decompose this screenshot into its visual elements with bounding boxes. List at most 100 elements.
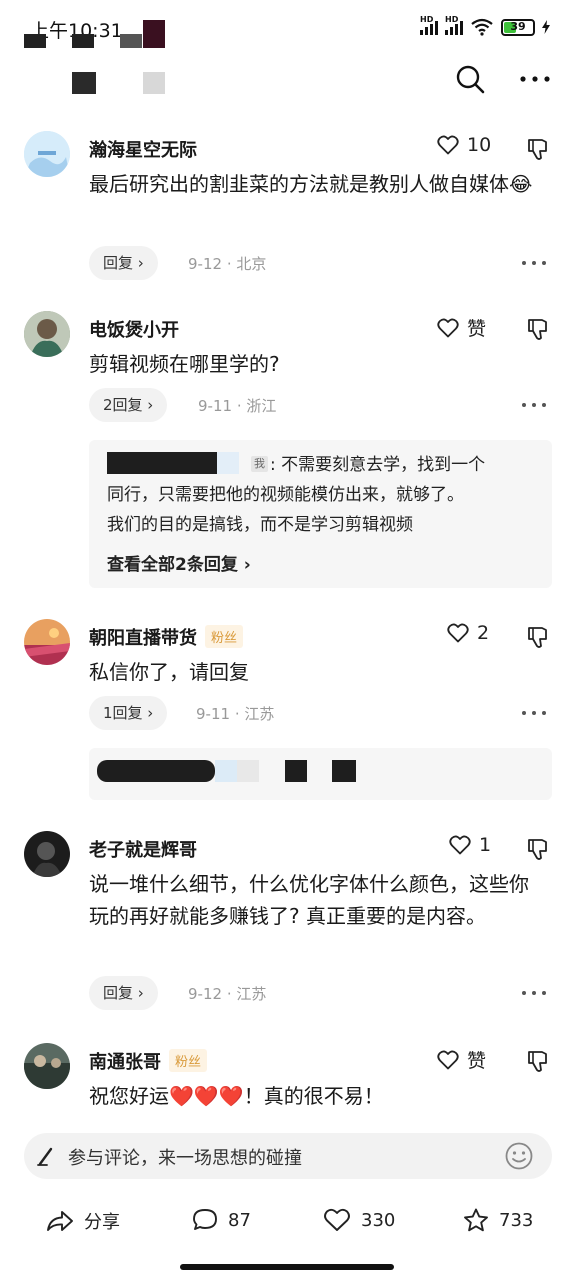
comments-button[interactable]: 87 [192,1208,251,1232]
comment-date: 9-11 [196,705,231,723]
like-count: 赞 [467,318,487,340]
comment-date: 9-12 [188,985,223,1003]
dislike-icon[interactable] [525,316,551,342]
sub-reply-text: : 不需要刻意去学，找到一个 [270,455,486,475]
top-bar [0,56,576,106]
more-icon[interactable] [520,258,548,268]
comment-icon [193,1209,217,1230]
fan-badge: 粉丝 [169,1049,208,1072]
redaction-block [332,760,356,782]
comment-text: 剪辑视频在哪里学的? [89,352,280,376]
heart-icon [449,835,471,855]
reply-button[interactable]: 回复 › [89,976,158,1010]
comment-item: 电饭煲小开 赞 剪辑视频在哪里学的? 2回复 › 9-11 · 浙江 我: 不需… [0,308,576,593]
heart-icon [437,1050,459,1069]
pen-icon [37,1147,53,1166]
redaction-block [24,34,46,48]
comment-meta: 9-11 · 浙江 [198,397,277,415]
like-button[interactable]: 赞 [437,1046,486,1073]
comments-count: 87 [228,1209,251,1231]
dislike-icon[interactable] [525,624,551,650]
sub-reply-line: 我: 不需要刻意去学，找到一个 [249,450,485,480]
like-count: 2 [477,622,490,644]
reply-button[interactable]: 2回复 › [89,388,168,422]
search-icon[interactable] [455,64,485,94]
status-icons: HD HD 39 [420,15,550,36]
comment-text: 祝您好运❤️❤️❤️！真的很不易！ [89,1084,384,1108]
battery-level: 39 [510,19,526,33]
comment-item: 南通张哥 粉丝 赞 祝您好运❤️❤️❤️！真的很不易！ [0,1040,576,1118]
share-button[interactable]: 分享 [46,1208,120,1234]
commenter-name[interactable]: 电饭煲小开 [89,316,179,342]
comment-input[interactable]: 参与评论，来一场思想的碰撞 [24,1133,552,1179]
home-indicator[interactable] [180,1264,394,1270]
like-button[interactable]: 赞 [437,314,486,341]
commenter-name-text: 朝阳直播带货 [89,628,197,649]
heart-icon [437,318,459,337]
status-bar: 上午10:31 HD HD 39 [0,0,576,56]
signal-icon: HD [445,15,463,35]
comment-text: 私信你了，请回复 [89,660,249,684]
emoji-icon[interactable] [504,1141,534,1171]
comment-text: 最后研究出的割韭菜的方法就是教别人做自媒体😂 [89,172,533,196]
heart-icon [437,135,459,155]
comment-location: 江苏 [244,705,275,723]
avatar[interactable] [24,131,70,177]
comment-item: 老子就是辉哥 1 说一堆什么细节，什么优化字体什么颜色，这些你玩的再好就能多赚钱… [0,828,576,1018]
like-count: 赞 [467,1050,487,1072]
comment-date: 9-12 [188,255,223,273]
comment-location: 浙江 [246,397,277,415]
dislike-icon[interactable] [525,136,551,162]
heart-icon [324,1208,350,1231]
like-button[interactable]: 10 [437,134,491,156]
comment-text: 说一堆什么细节，什么优化字体什么颜色，这些你玩的再好就能多赚钱了? 真正重要的是… [89,872,529,928]
likes-count: 330 [361,1209,396,1231]
like-button[interactable]: 1 [449,834,491,856]
comment-location: 北京 [236,255,267,273]
like-count: 1 [479,834,492,856]
commenter-name[interactable]: 老子就是辉哥 [89,836,197,862]
redaction-block [215,760,237,782]
sub-reply-box: 我: 不需要刻意去学，找到一个 同行，只需要把他的视频能模仿出来，就够了。 我们… [89,440,552,588]
commenter-name-text: 南通张哥 [89,1052,161,1073]
more-icon[interactable] [520,400,548,410]
dislike-icon[interactable] [525,836,551,862]
avatar[interactable] [24,831,70,877]
share-label: 分享 [84,1212,120,1233]
likes-button[interactable]: 330 [323,1208,395,1232]
redaction-block [72,72,96,94]
reply-button[interactable]: 1回复 › [89,696,168,730]
avatar[interactable] [24,1043,70,1089]
view-all-replies-link[interactable]: 查看全部2条回复 › [107,550,251,575]
like-count: 10 [467,134,492,156]
avatar[interactable] [24,619,70,665]
more-icon[interactable] [520,988,548,998]
more-icon[interactable] [520,708,548,718]
dislike-icon[interactable] [525,1048,551,1074]
fan-badge: 粉丝 [205,625,244,648]
redaction-block [143,72,165,94]
redaction-block [72,34,94,48]
avatar[interactable] [24,311,70,357]
redaction-block [237,760,259,782]
comment-meta: 9-12 · 江苏 [188,985,267,1003]
heart-icon [447,623,469,643]
reply-button[interactable]: 回复 › [89,246,158,280]
comment-input-placeholder: 参与评论，来一场思想的碰撞 [68,1148,302,1169]
comment-location: 江苏 [236,985,267,1003]
favorites-count: 733 [499,1209,534,1231]
redaction-block [120,34,142,48]
redaction-block [217,452,239,474]
wifi-icon [471,18,493,36]
sub-reply-box [89,748,552,800]
star-icon [464,1208,488,1232]
like-button[interactable]: 2 [447,622,489,644]
favorite-button[interactable]: 733 [463,1208,533,1232]
commenter-name[interactable]: 瀚海星空无际 [89,136,197,162]
commenter-name[interactable]: 朝阳直播带货 粉丝 [89,624,244,650]
more-options-icon[interactable] [518,64,552,94]
comment-meta: 9-12 · 北京 [188,255,267,273]
comment-meta: 9-11 · 江苏 [196,705,275,723]
share-icon [47,1211,73,1231]
commenter-name[interactable]: 南通张哥 粉丝 [89,1048,208,1074]
